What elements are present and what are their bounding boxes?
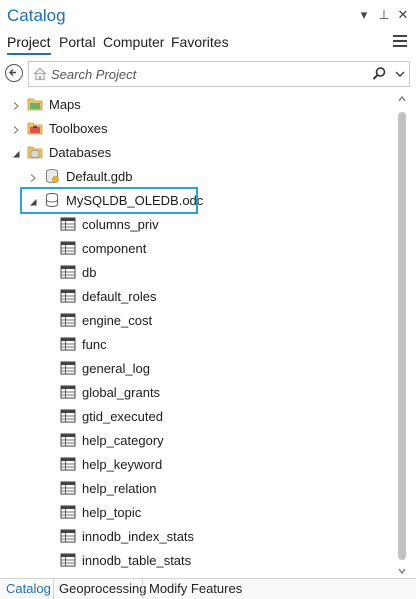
back-icon[interactable] bbox=[5, 64, 23, 82]
table-icon bbox=[60, 408, 76, 424]
table-icon bbox=[60, 240, 76, 256]
tab-project[interactable]: Project bbox=[7, 34, 51, 55]
expand-arrow-icon[interactable] bbox=[11, 123, 21, 134]
vertical-scrollbar[interactable] bbox=[395, 92, 409, 578]
table-row[interactable]: global_grants bbox=[54, 380, 160, 404]
tab-portal[interactable]: Portal bbox=[59, 34, 96, 53]
tab-computer[interactable]: Computer bbox=[103, 34, 164, 53]
table-icon bbox=[60, 336, 76, 352]
bottom-tab-geoprocessing[interactable]: Geoprocessing bbox=[59, 581, 146, 596]
table-icon bbox=[60, 552, 76, 568]
tree-item-label: engine_cost bbox=[82, 312, 153, 328]
table-row[interactable]: columns_priv bbox=[54, 212, 159, 236]
tree-item-default-gdb[interactable]: Default.gdb bbox=[28, 164, 133, 188]
bottom-tab-catalog[interactable]: Catalog bbox=[6, 581, 51, 596]
table-icon bbox=[60, 456, 76, 472]
geodatabase-icon bbox=[44, 168, 60, 184]
table-row[interactable]: engine_cost bbox=[54, 308, 152, 332]
options-chevron-icon[interactable]: ▾ bbox=[355, 6, 373, 24]
tree-item-label: Toolboxes bbox=[49, 120, 108, 136]
tree-item-label: innodb_table_stats bbox=[82, 552, 192, 568]
table-row[interactable]: db bbox=[54, 260, 96, 284]
tab-favorites[interactable]: Favorites bbox=[171, 34, 229, 53]
catalog-pane: Catalog ▾ ⊥ ✕ Project Portal Computer Fa… bbox=[0, 0, 416, 599]
close-icon[interactable]: ✕ bbox=[394, 6, 412, 24]
search-row bbox=[0, 60, 416, 90]
toolbox-icon bbox=[27, 120, 43, 136]
table-icon bbox=[60, 528, 76, 544]
tree-item-label: help_relation bbox=[82, 480, 157, 496]
tree-item-label: columns_priv bbox=[82, 216, 159, 232]
chevron-down-icon[interactable] bbox=[393, 67, 407, 81]
table-row[interactable]: default_roles bbox=[54, 284, 156, 308]
bottom-tab-modify-features[interactable]: Modify Features bbox=[149, 581, 242, 596]
scroll-down-icon[interactable] bbox=[396, 566, 408, 576]
tree-item-label: Maps bbox=[49, 96, 81, 112]
expand-arrow-icon[interactable] bbox=[11, 99, 21, 110]
tab-divider bbox=[142, 579, 143, 599]
tree-item-label: help_keyword bbox=[82, 456, 163, 472]
tree-item-label: help_category bbox=[82, 432, 164, 448]
table-icon bbox=[60, 384, 76, 400]
table-row[interactable]: help_category bbox=[54, 428, 164, 452]
tab-divider bbox=[53, 579, 54, 599]
search-input[interactable] bbox=[51, 65, 361, 83]
search-icon[interactable] bbox=[371, 66, 387, 82]
folder-icon bbox=[27, 96, 43, 112]
table-row[interactable]: help_relation bbox=[54, 476, 156, 500]
expand-arrow-icon[interactable] bbox=[28, 171, 38, 182]
table-icon bbox=[60, 264, 76, 280]
tree-item-label: db bbox=[82, 264, 97, 280]
tree-item-maps[interactable]: Maps bbox=[11, 92, 81, 116]
table-row[interactable]: help_topic bbox=[54, 500, 141, 524]
collapse-arrow-icon[interactable] bbox=[11, 147, 21, 158]
tree-item-label: innodb_index_stats bbox=[82, 528, 195, 544]
search-box bbox=[28, 61, 410, 87]
tree-item-label: component bbox=[82, 240, 147, 256]
scroll-thumb[interactable] bbox=[398, 112, 406, 560]
table-icon bbox=[60, 432, 76, 448]
table-icon bbox=[60, 312, 76, 328]
menu-icon[interactable] bbox=[393, 35, 407, 49]
scroll-up-icon[interactable] bbox=[396, 94, 408, 104]
tree-item-label: help_topic bbox=[82, 504, 142, 520]
tree-item-label: Databases bbox=[49, 144, 112, 160]
table-row[interactable]: innodb_table_stats bbox=[54, 548, 191, 572]
database-folder-icon bbox=[27, 144, 43, 160]
tree-item-label: default_roles bbox=[82, 288, 157, 304]
table-row[interactable]: func bbox=[54, 332, 107, 356]
tree-item-label: global_grants bbox=[82, 384, 161, 400]
table-row[interactable]: gtid_executed bbox=[54, 404, 163, 428]
table-icon bbox=[60, 216, 76, 232]
table-icon bbox=[60, 288, 76, 304]
table-row[interactable]: general_log bbox=[54, 356, 150, 380]
tree-item-toolboxes[interactable]: Toolboxes bbox=[11, 116, 108, 140]
pane-title: Catalog bbox=[7, 6, 66, 25]
table-icon bbox=[60, 480, 76, 496]
bottom-tabs: Catalog Geoprocessing Modify Features bbox=[0, 578, 416, 599]
table-row[interactable]: help_keyword bbox=[54, 452, 162, 476]
table-row[interactable]: innodb_index_stats bbox=[54, 524, 194, 548]
selection-highlight bbox=[20, 187, 198, 214]
tree-item-label: general_log bbox=[82, 360, 150, 376]
tree-item-label: func bbox=[82, 336, 107, 352]
home-icon[interactable] bbox=[32, 66, 48, 82]
catalog-tabs: Project Portal Computer Favorites bbox=[0, 32, 416, 58]
tree-item-label: Default.gdb bbox=[66, 168, 133, 184]
catalog-tree: Maps Toolboxes Databases Default.gdb MySQLDB… bbox=[0, 92, 394, 578]
table-row[interactable]: component bbox=[54, 236, 146, 260]
tree-item-databases[interactable]: Databases bbox=[11, 140, 111, 164]
pin-icon[interactable]: ⊥ bbox=[375, 6, 393, 24]
table-icon bbox=[60, 504, 76, 520]
title-bar: Catalog ▾ ⊥ ✕ bbox=[0, 0, 416, 32]
table-icon bbox=[60, 360, 76, 376]
tree-item-label: gtid_executed bbox=[82, 408, 163, 424]
